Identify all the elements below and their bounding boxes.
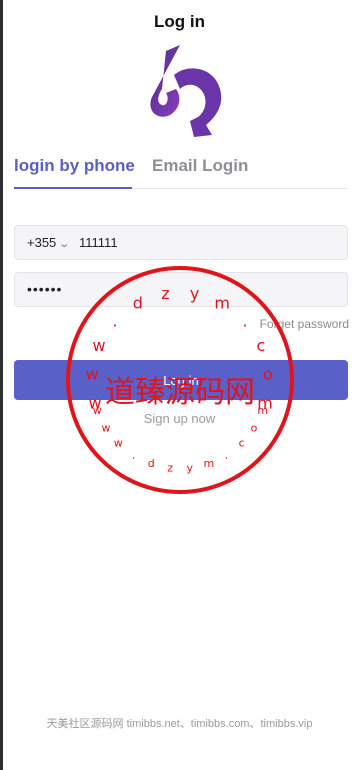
window-edge	[0, 0, 3, 770]
login-button[interactable]: Log in	[14, 360, 348, 400]
watermark-ring-char: w	[93, 336, 106, 355]
tab-login-by-phone[interactable]: login by phone	[14, 156, 135, 176]
watermark-ring-char: d	[148, 457, 155, 470]
watermark-ring-char: .	[243, 311, 248, 330]
watermark-ring-char: w	[114, 437, 123, 450]
watermark-ring-char: .	[112, 311, 117, 330]
country-code-value: +355	[27, 235, 57, 250]
watermark-ring-char: m	[203, 457, 214, 470]
watermark-ring-char: c	[257, 336, 266, 355]
sign-up-link[interactable]: Sign up now	[0, 411, 359, 426]
phone-input[interactable]	[79, 235, 329, 250]
page-title: Log in	[154, 12, 205, 31]
tab-email-login[interactable]: Email Login	[152, 156, 248, 176]
phone-field: +355 ⌄	[14, 225, 348, 260]
watermark-ring-char: .	[225, 449, 229, 462]
password-input[interactable]	[27, 281, 337, 297]
app-logo	[136, 45, 228, 137]
forgot-password-link[interactable]: Forget password	[260, 317, 349, 331]
watermark-ring-char: z	[167, 461, 173, 474]
login-tabs: login by phone Email Login	[14, 150, 347, 189]
chevron-down-icon: ⌄	[58, 239, 71, 250]
active-tab-indicator	[14, 187, 132, 189]
footer-text: 天美社区源码网 timibbs.net、timibbs.com、timibbs.…	[46, 718, 313, 730]
watermark-ring-char: y	[187, 461, 194, 474]
watermark-ring-char: c	[239, 437, 245, 450]
watermark-ring-char: .	[132, 449, 136, 462]
country-code-select[interactable]: +355 ⌄	[27, 235, 71, 250]
password-field	[14, 272, 348, 307]
